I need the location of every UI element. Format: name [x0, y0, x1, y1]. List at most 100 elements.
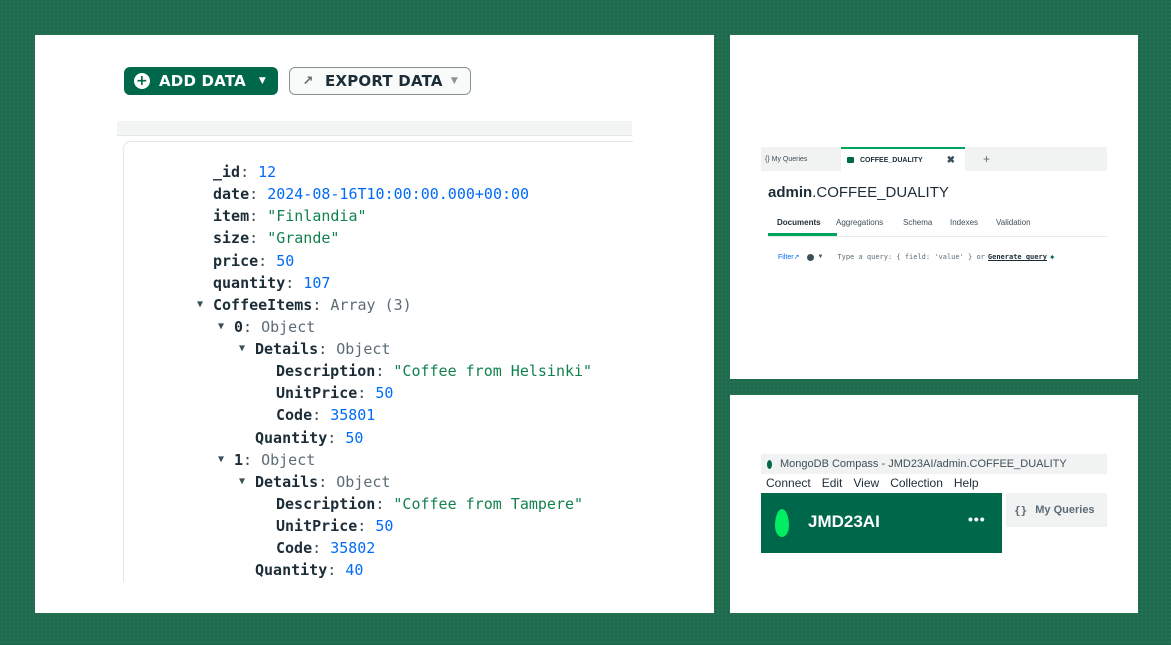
- generate-query-link[interactable]: Generate query: [988, 253, 1047, 261]
- field-key: item: [213, 207, 250, 225]
- more-options-icon[interactable]: •••: [968, 511, 986, 527]
- caret-down-icon[interactable]: ▼: [817, 254, 823, 260]
- field-value: "Coffee from Tampere": [393, 495, 584, 513]
- mongodb-leaf-icon: [767, 459, 772, 469]
- expand-triangle-icon[interactable]: ▼: [218, 316, 224, 338]
- history-icon[interactable]: [807, 253, 815, 261]
- braces-icon: {}: [1014, 503, 1028, 517]
- export-data-button[interactable]: ↗ EXPORT DATA ▼: [289, 67, 471, 95]
- add-data-button[interactable]: + ADD DATA ▼: [124, 67, 278, 95]
- connection-name: JMD23AI: [808, 512, 880, 531]
- menu-view[interactable]: View: [853, 476, 879, 490]
- field-value: "Finlandia": [267, 207, 367, 225]
- collection-icon: [847, 157, 854, 163]
- field-value: 50: [345, 429, 364, 447]
- field-key: quantity: [213, 274, 286, 292]
- field-key: Code: [276, 406, 313, 424]
- field-key: Details: [255, 473, 319, 491]
- filter-link[interactable]: Filter↗: [778, 253, 799, 261]
- field-value: 50: [375, 517, 394, 535]
- field-key: _id: [213, 163, 241, 181]
- field-item-quantity: Quantity: 50: [255, 429, 364, 447]
- field-details[interactable]: ▼ Details: Object: [239, 471, 391, 493]
- field-key: CoffeeItems: [213, 296, 313, 314]
- field-value: 2024-08-16T10:00:00.000+00:00: [267, 185, 530, 203]
- field-key: size: [213, 229, 250, 247]
- expand-triangle-icon[interactable]: ▼: [239, 471, 245, 493]
- my-queries-tab[interactable]: {} My Queries: [1006, 493, 1107, 527]
- tab-documents[interactable]: Documents: [777, 218, 821, 227]
- connection-header[interactable]: JMD23AI •••: [761, 493, 1002, 553]
- window-title: MongoDB Compass - JMD23AI/admin.COFFEE_D…: [780, 458, 1067, 470]
- field-description: Description: "Coffee from Helsinki": [276, 362, 593, 380]
- field-value: 35801: [330, 406, 376, 424]
- field-type: Object: [336, 473, 391, 491]
- compass-window-panel: MongoDB Compass - JMD23AI/admin.COFFEE_D…: [730, 395, 1138, 613]
- menu-connect[interactable]: Connect: [766, 476, 811, 490]
- field-unit-price: UnitPrice: 50: [276, 517, 394, 535]
- plus-icon: +: [134, 73, 150, 89]
- field-size: size: "Grande": [213, 229, 340, 247]
- workspace-tab-bar: {} My Queries COFFEE_DUALITY ✖ +: [761, 147, 1107, 171]
- field-details[interactable]: ▼ Details: Object: [239, 338, 391, 360]
- expand-triangle-icon[interactable]: ▼: [239, 338, 245, 360]
- menu-collection[interactable]: Collection: [890, 476, 943, 490]
- field-key: UnitPrice: [276, 517, 358, 535]
- field-type: Array (3): [330, 296, 412, 314]
- field-code: Code: 35802: [276, 539, 376, 557]
- field-key: Description: [276, 362, 376, 380]
- database-name: admin: [768, 184, 813, 201]
- my-queries-label: My Queries: [1035, 504, 1095, 516]
- filter-label: Filter: [778, 254, 794, 261]
- field-value: 50: [276, 252, 295, 270]
- close-icon[interactable]: ✖: [947, 155, 955, 166]
- expand-triangle-icon[interactable]: ▼: [197, 294, 203, 316]
- menu-help[interactable]: Help: [954, 476, 979, 490]
- documents-panel: + ADD DATA ▼ ↗ EXPORT DATA ▼ _id: 12 dat…: [35, 35, 714, 613]
- field-description: Description: "Coffee from Tampere": [276, 495, 584, 513]
- query-bar: Filter↗ ▼ Type a query: { field: 'value'…: [768, 248, 1107, 266]
- window-title-bar: MongoDB Compass - JMD23AI/admin.COFFEE_D…: [761, 454, 1107, 474]
- field-value: 35802: [330, 539, 376, 557]
- tab-indexes[interactable]: Indexes: [950, 218, 978, 227]
- field-key: UnitPrice: [276, 384, 358, 402]
- tab-coffee-duality[interactable]: COFFEE_DUALITY ✖: [841, 147, 965, 171]
- field-value: "Coffee from Helsinki": [393, 362, 593, 380]
- expand-triangle-icon[interactable]: ▼: [218, 449, 224, 471]
- field-key: Quantity: [255, 561, 328, 579]
- field-type: Object: [336, 340, 391, 358]
- field-key: Quantity: [255, 429, 328, 447]
- field-type: Object: [261, 318, 316, 336]
- tab-my-queries[interactable]: {} My Queries: [765, 147, 807, 171]
- tab-label: {} My Queries: [765, 155, 808, 163]
- field-value: 12: [258, 163, 277, 181]
- menu-edit[interactable]: Edit: [822, 476, 843, 490]
- field-key: date: [213, 185, 250, 203]
- array-item-0[interactable]: ▼ 0: Object: [218, 316, 316, 338]
- tab-label: COFFEE_DUALITY: [860, 156, 923, 164]
- caret-down-icon: ▼: [450, 76, 458, 86]
- tab-validation[interactable]: Validation: [996, 218, 1031, 227]
- field-date: date: 2024-08-16T10:00:00.000+00:00: [213, 185, 530, 203]
- field-key: Description: [276, 495, 376, 513]
- tab-aggregations[interactable]: Aggregations: [836, 218, 883, 227]
- field-type: Object: [261, 451, 316, 469]
- query-input[interactable]: Type a query: { field: 'value' } or: [837, 253, 985, 261]
- array-item-1[interactable]: ▼ 1: Object: [218, 449, 316, 471]
- field-coffee-items[interactable]: ▼ CoffeeItems: Array (3): [197, 294, 412, 316]
- field-unit-price: UnitPrice: 50: [276, 384, 394, 402]
- sparkle-icon: ✦: [1048, 252, 1056, 262]
- add-data-label: ADD DATA: [159, 72, 246, 90]
- field-code: Code: 35801: [276, 406, 376, 424]
- tab-divider: [768, 236, 1107, 237]
- field-value: 40: [345, 561, 364, 579]
- field-value: 50: [375, 384, 394, 402]
- add-tab-button[interactable]: +: [983, 147, 990, 171]
- field-key: Details: [255, 340, 319, 358]
- previous-document-edge: [117, 121, 632, 136]
- field-key: 0: [234, 318, 244, 336]
- field-value: "Grande": [267, 229, 340, 247]
- tab-schema[interactable]: Schema: [903, 218, 932, 227]
- external-link-icon: ↗: [793, 254, 800, 261]
- field-key: 1: [234, 451, 244, 469]
